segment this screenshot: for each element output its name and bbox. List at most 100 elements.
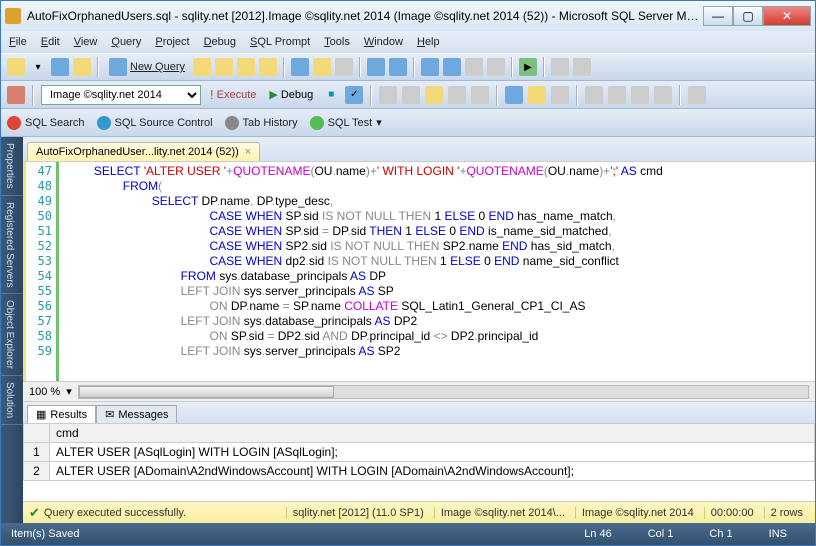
dmx-icon[interactable] (237, 58, 255, 76)
menu-project[interactable]: Project (155, 36, 189, 48)
menu-help[interactable]: Help (417, 36, 440, 48)
close-button[interactable]: ✕ (763, 6, 811, 26)
row-number[interactable]: 2 (24, 462, 50, 481)
maximize-button[interactable]: ▢ (733, 6, 763, 26)
specify-values-icon[interactable] (688, 86, 706, 104)
sql-test-button[interactable]: SQL Test▾ (310, 116, 382, 130)
menubar[interactable]: File Edit View Query Project Debug SQL P… (1, 31, 815, 53)
menu-tools[interactable]: Tools (324, 36, 350, 48)
uncomment-icon[interactable] (608, 86, 626, 104)
results-text-icon[interactable] (505, 86, 523, 104)
line-gutter: 47484950515253545556575859 (23, 162, 59, 381)
doc-tab-active[interactable]: AutoFixOrphanedUser...lity.net 2014 (52)… (27, 142, 260, 161)
results-grid[interactable]: cmd 1ALTER USER [ASqlLogin] WITH LOGIN [… (23, 423, 815, 501)
sql-source-control-button[interactable]: SQL Source Control (97, 116, 213, 130)
undo-icon[interactable] (367, 58, 385, 76)
col-header-cmd[interactable]: cmd (50, 424, 815, 443)
execute-button[interactable]: ! Execute (206, 87, 260, 102)
tab-messages[interactable]: ✉Messages (96, 405, 177, 423)
cut-icon[interactable] (291, 58, 309, 76)
menu-view[interactable]: View (74, 36, 98, 48)
tab-results[interactable]: ▦Results (27, 405, 96, 423)
new-query-button[interactable]: New Query (105, 58, 189, 76)
open-file-icon[interactable] (73, 58, 91, 76)
window-icon[interactable] (487, 58, 505, 76)
copy-icon[interactable] (313, 58, 331, 76)
nav-back-icon[interactable] (421, 58, 439, 76)
stop-icon[interactable]: ■ (322, 86, 340, 104)
comment-icon[interactable] (585, 86, 603, 104)
ladybug-icon[interactable] (7, 86, 25, 104)
play-icon: ▶ (269, 88, 277, 101)
de-icon[interactable] (193, 58, 211, 76)
rail-registered-servers[interactable]: Registered Servers (1, 196, 23, 295)
separator-icon (543, 57, 545, 77)
minimize-button[interactable]: — (703, 6, 733, 26)
rail-solution[interactable]: Solution (1, 376, 23, 425)
row-number[interactable]: 1 (24, 443, 50, 462)
nav-fwd-icon[interactable] (443, 58, 461, 76)
tab-history-label: Tab History (243, 117, 298, 129)
mdx-icon[interactable] (215, 58, 233, 76)
separator-icon (283, 57, 285, 77)
find-icon[interactable] (465, 58, 483, 76)
stats-icon[interactable] (471, 86, 489, 104)
grid-icon: ▦ (36, 408, 46, 421)
menu-debug[interactable]: Debug (204, 36, 236, 48)
plan-icon[interactable] (379, 86, 397, 104)
outdent-icon[interactable] (654, 86, 672, 104)
new-query-label: New Query (130, 61, 185, 73)
app-icon (5, 8, 21, 24)
indent-icon[interactable] (631, 86, 649, 104)
paste-icon[interactable] (335, 58, 353, 76)
database-select[interactable]: Image ©sqlity.net 2014 (41, 85, 201, 105)
debug-label: Debug (281, 89, 313, 101)
tab-history-button[interactable]: Tab History (225, 116, 298, 130)
status-user: Image ©sqlity.net 2014\... (434, 507, 571, 519)
open-icon[interactable] (51, 58, 69, 76)
layout-icon[interactable] (551, 58, 569, 76)
separator-icon (32, 85, 34, 105)
cell-cmd[interactable]: ALTER USER [ASqlLogin] WITH LOGIN [ASqlL… (50, 443, 815, 462)
config-icon[interactable] (573, 58, 591, 76)
status-db: Image ©sqlity.net 2014 (575, 507, 700, 519)
rail-properties[interactable]: Properties (1, 137, 23, 196)
code-area[interactable]: SELECT 'ALTER USER '+QUOTENAME(OU.name)+… (59, 162, 815, 381)
start-icon[interactable]: ▶ (519, 58, 537, 76)
new-project-icon[interactable] (7, 58, 25, 76)
sql-editor[interactable]: 47484950515253545556575859 SELECT 'ALTER… (23, 161, 815, 381)
titlebar[interactable]: AutoFixOrphanedUsers.sql - sqlity.net [2… (1, 1, 815, 31)
menu-query[interactable]: Query (111, 36, 141, 48)
status-message: Query executed successfully. (44, 507, 186, 519)
tab-close-icon[interactable]: × (245, 146, 251, 158)
menu-file[interactable]: File (9, 36, 27, 48)
results-file-icon[interactable] (551, 86, 569, 104)
status-line: Ln 46 (566, 528, 630, 540)
menu-window[interactable]: Window (364, 36, 403, 48)
separator-icon (679, 85, 681, 105)
parse-icon[interactable]: ✓ (345, 86, 363, 104)
document-tabs: AutoFixOrphanedUser...lity.net 2014 (52)… (23, 137, 815, 161)
estimate-icon[interactable] (402, 86, 420, 104)
redo-icon[interactable] (389, 58, 407, 76)
success-icon: ✔ (29, 505, 40, 521)
sql-search-button[interactable]: SQL Search (7, 116, 85, 130)
separator-icon (413, 57, 415, 77)
include-plan-icon[interactable] (448, 86, 466, 104)
chevron-down-icon[interactable]: ▾ (66, 385, 72, 398)
status-rows: 2 rows (764, 507, 809, 519)
menu-sqlprompt[interactable]: SQL Prompt (250, 36, 310, 48)
xmla-icon[interactable] (259, 58, 277, 76)
cell-cmd[interactable]: ALTER USER [ADomain\A2ndWindowsAccount] … (50, 462, 815, 481)
debug-button[interactable]: ▶ Debug (265, 88, 317, 101)
rail-object-explorer[interactable]: Object Explorer (1, 294, 23, 376)
dropdown-icon[interactable]: ▾ (29, 58, 47, 76)
results-grid-icon[interactable] (528, 86, 546, 104)
hscrollbar[interactable] (78, 385, 809, 399)
menu-edit[interactable]: Edit (41, 36, 60, 48)
sql-search-label: SQL Search (25, 117, 85, 129)
zoom-value[interactable]: 100 % (29, 386, 60, 398)
status-server: sqlity.net [2012] (11.0 SP1) (286, 507, 430, 519)
ssms-window: AutoFixOrphanedUsers.sql - sqlity.net [2… (0, 0, 816, 546)
options-icon[interactable] (425, 86, 443, 104)
